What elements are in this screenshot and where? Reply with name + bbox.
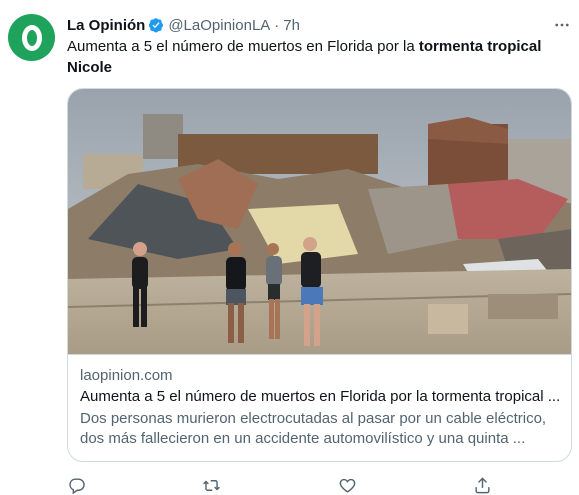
like-icon[interactable]: [336, 474, 358, 495]
tweet-text: Aumenta a 5 el número de muertos en Flor…: [67, 36, 567, 78]
tweet[interactable]: La Opinión @LaOpinionLA · 7h Aumenta a 5…: [0, 0, 579, 495]
retweet-icon[interactable]: [200, 474, 222, 495]
tweet-text-plain: Aumenta a 5 el número de muertos en Flor…: [67, 38, 419, 55]
separator-dot: ·: [274, 16, 280, 34]
action-bar: [0, 474, 579, 495]
link-card[interactable]: laopinion.com Aumenta a 5 el número de m…: [67, 88, 572, 462]
verified-badge-icon: [149, 18, 164, 33]
more-options-icon[interactable]: [550, 13, 574, 37]
avatar-logo: [21, 24, 42, 51]
card-description: Dos personas murieron electrocutadas al …: [80, 410, 547, 447]
tweet-time[interactable]: 7h: [283, 17, 300, 34]
tweet-header: La Opinión @LaOpinionLA · 7h: [67, 15, 300, 35]
share-icon[interactable]: [471, 474, 493, 495]
storm-damage-photo: [68, 89, 571, 354]
card-title[interactable]: Aumenta a 5 el número de muertos en Flor…: [80, 388, 562, 405]
reply-icon[interactable]: [65, 474, 87, 495]
card-divider: [68, 354, 571, 355]
author-handle[interactable]: @LaOpinionLA: [168, 17, 270, 34]
card-domain[interactable]: laopinion.com: [80, 367, 173, 384]
avatar[interactable]: [8, 14, 55, 61]
author-name[interactable]: La Opinión: [67, 17, 145, 34]
card-image[interactable]: [68, 89, 571, 354]
